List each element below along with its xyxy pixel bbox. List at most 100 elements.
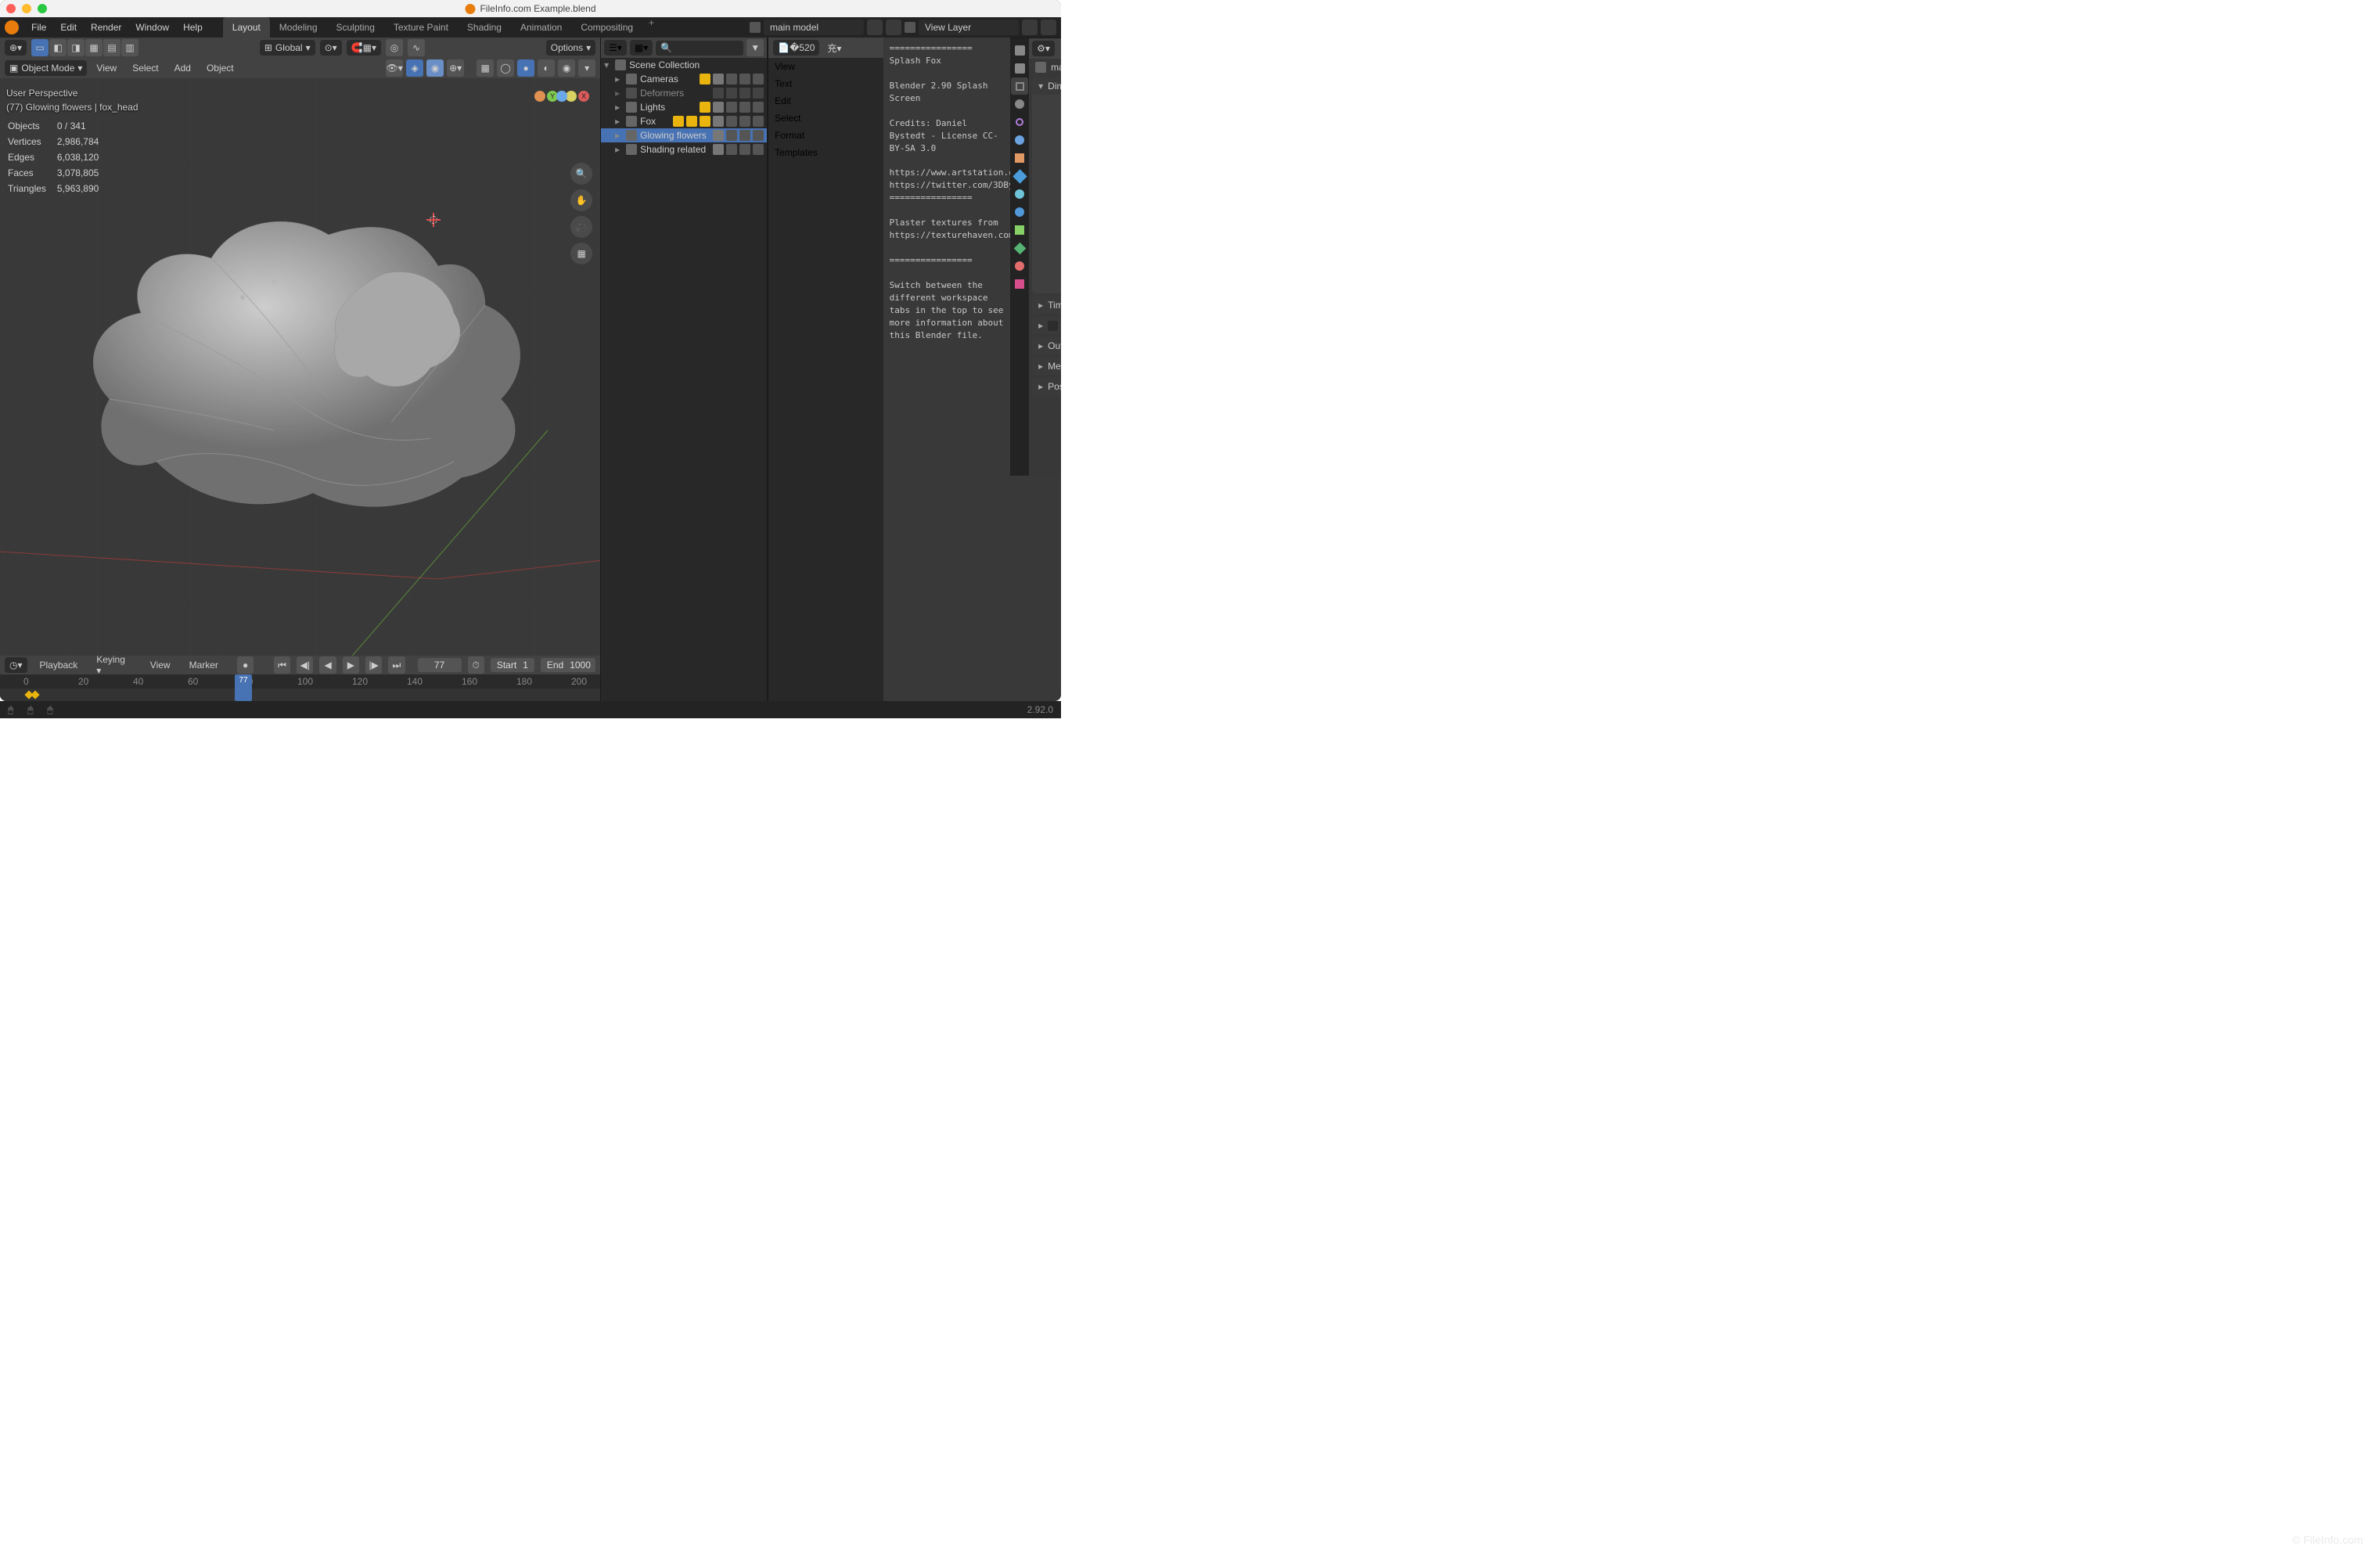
- scene-browse-button[interactable]: [867, 20, 883, 35]
- pan-icon[interactable]: ✋: [570, 189, 592, 211]
- te-view[interactable]: View: [768, 58, 883, 75]
- props-type[interactable]: ⚙▾: [1032, 41, 1055, 56]
- outliner-filter[interactable]: ▼: [746, 39, 764, 56]
- visible-icon[interactable]: [739, 102, 750, 113]
- jump-end[interactable]: ⏭: [388, 656, 405, 674]
- te-text[interactable]: Text: [768, 75, 883, 92]
- tab-shading[interactable]: Shading: [458, 17, 511, 38]
- frame-end[interactable]: End1000: [541, 658, 595, 672]
- outliner-type[interactable]: ☰▾: [604, 40, 627, 56]
- visible-icon[interactable]: [739, 116, 750, 127]
- vp-menu-object[interactable]: Object: [200, 59, 240, 77]
- ptab-modifiers[interactable]: [1011, 167, 1028, 185]
- collection-shading-related[interactable]: ▸Shading related: [601, 142, 767, 156]
- frame-start[interactable]: Start1: [491, 658, 534, 672]
- shading-solid[interactable]: ●: [517, 59, 534, 77]
- stereo-check[interactable]: [1048, 321, 1058, 331]
- perspective-toggle-icon[interactable]: ▦: [570, 243, 592, 264]
- ptab-material[interactable]: [1011, 257, 1028, 275]
- viewlayer-browse-button[interactable]: [1022, 20, 1038, 35]
- collection-cameras[interactable]: ▸Cameras: [601, 72, 767, 86]
- ptab-object[interactable]: [1011, 149, 1028, 167]
- chip-icon[interactable]: [686, 116, 697, 127]
- selectable-icon[interactable]: [726, 102, 737, 113]
- ptab-viewlayer[interactable]: [1011, 95, 1028, 113]
- panel-stereoscopy[interactable]: ▸Stereoscopy≡: [1032, 317, 1061, 334]
- checkbox-icon[interactable]: [713, 130, 724, 141]
- ptab-scene[interactable]: [1011, 113, 1028, 131]
- visible-icon[interactable]: [739, 130, 750, 141]
- ptab-particles[interactable]: [1011, 185, 1028, 203]
- selectable-icon[interactable]: [726, 130, 737, 141]
- tl-marker[interactable]: Marker: [183, 656, 225, 674]
- panel-output[interactable]: ▸Output≡: [1032, 337, 1061, 354]
- tl-playback[interactable]: Playback: [34, 656, 85, 674]
- current-frame[interactable]: 77: [418, 658, 462, 672]
- collection-lights[interactable]: ▸Lights: [601, 100, 767, 114]
- menu-render[interactable]: Render: [85, 19, 128, 36]
- playhead[interactable]: 77: [235, 674, 252, 701]
- window-minimize-button[interactable]: [22, 4, 31, 13]
- exclude-icon[interactable]: [700, 102, 710, 113]
- render-icon[interactable]: [753, 102, 764, 113]
- mode-selector[interactable]: ▣ Object Mode ▾: [5, 60, 87, 76]
- collection-fox[interactable]: ▸Fox: [601, 114, 767, 128]
- scene-selector[interactable]: main model: [764, 20, 864, 35]
- shading-wire[interactable]: ◯: [497, 59, 514, 77]
- tab-animation[interactable]: Animation: [511, 17, 571, 38]
- proportional-edit[interactable]: ◎: [386, 39, 403, 56]
- nav-gizmo[interactable]: Z X Y: [534, 91, 589, 146]
- visible-icon[interactable]: [739, 144, 750, 155]
- 3d-viewport[interactable]: User Perspective (77) Glowing flowers | …: [0, 78, 600, 656]
- shading-menu[interactable]: ▾: [578, 59, 595, 77]
- autokey-toggle[interactable]: ●: [237, 656, 254, 674]
- zoom-icon[interactable]: 🔍: [570, 163, 592, 185]
- checkbox-icon[interactable]: [713, 88, 724, 99]
- outliner-search[interactable]: 🔍: [656, 41, 743, 56]
- tab-compositing[interactable]: Compositing: [571, 17, 642, 38]
- selectable-icon[interactable]: [726, 116, 737, 127]
- tl-view[interactable]: View: [144, 656, 177, 674]
- ptab-constraints[interactable]: [1011, 221, 1028, 239]
- te-edit[interactable]: Edit: [768, 92, 883, 110]
- outliner-display[interactable]: ▦▾: [630, 40, 653, 56]
- selectable-icon[interactable]: [726, 88, 737, 99]
- chip-icon[interactable]: [700, 116, 710, 127]
- render-icon[interactable]: [753, 130, 764, 141]
- scene-delete-button[interactable]: [886, 20, 901, 35]
- cursor-tool[interactable]: ⊕▾: [5, 40, 27, 56]
- menu-window[interactable]: Window: [129, 19, 175, 36]
- timeline-track[interactable]: 0 20 40 60 80 100 120 140 160 180 200 22…: [0, 674, 600, 701]
- selectable-icon[interactable]: [726, 74, 737, 85]
- menu-file[interactable]: File: [25, 19, 52, 36]
- ptab-texture[interactable]: [1011, 275, 1028, 293]
- tab-sculpting[interactable]: Sculpting: [327, 17, 384, 38]
- render-icon[interactable]: [753, 116, 764, 127]
- select-invert[interactable]: ▤: [103, 39, 120, 56]
- menu-help[interactable]: Help: [177, 19, 209, 36]
- te-select[interactable]: Select: [768, 110, 883, 127]
- ptab-render[interactable]: [1011, 59, 1028, 77]
- checkbox-icon[interactable]: [713, 144, 724, 155]
- ptab-output[interactable]: [1011, 77, 1028, 95]
- overlay-menu[interactable]: ⊕▾: [447, 59, 464, 77]
- jump-start[interactable]: ⏮: [274, 656, 290, 674]
- frame-lock-icon[interactable]: ⏱: [468, 656, 484, 674]
- panel-metadata[interactable]: ▸Metadata≡: [1032, 358, 1061, 375]
- select-subtract[interactable]: ◨: [67, 39, 85, 56]
- render-icon[interactable]: [753, 74, 764, 85]
- window-close-button[interactable]: [6, 4, 16, 13]
- curve-falloff[interactable]: ∿: [408, 39, 425, 56]
- texteditor-type[interactable]: 📄�520: [773, 40, 819, 56]
- scene-collection[interactable]: ▾Scene Collection: [601, 58, 767, 72]
- checkbox-icon[interactable]: [713, 102, 724, 113]
- vp-menu-view[interactable]: View: [90, 59, 123, 77]
- add-workspace-button[interactable]: +: [642, 17, 660, 38]
- shading-material[interactable]: ◐: [538, 59, 555, 77]
- text-body[interactable]: ================ Splash Fox Blender 2.90…: [883, 38, 1011, 701]
- ptab-tool[interactable]: [1011, 41, 1028, 59]
- ptab-world[interactable]: [1011, 131, 1028, 149]
- visibility-selectability[interactable]: 👁▾: [386, 59, 403, 77]
- select-difference[interactable]: ▥: [121, 39, 138, 56]
- xray-toggle[interactable]: ▦: [477, 59, 494, 77]
